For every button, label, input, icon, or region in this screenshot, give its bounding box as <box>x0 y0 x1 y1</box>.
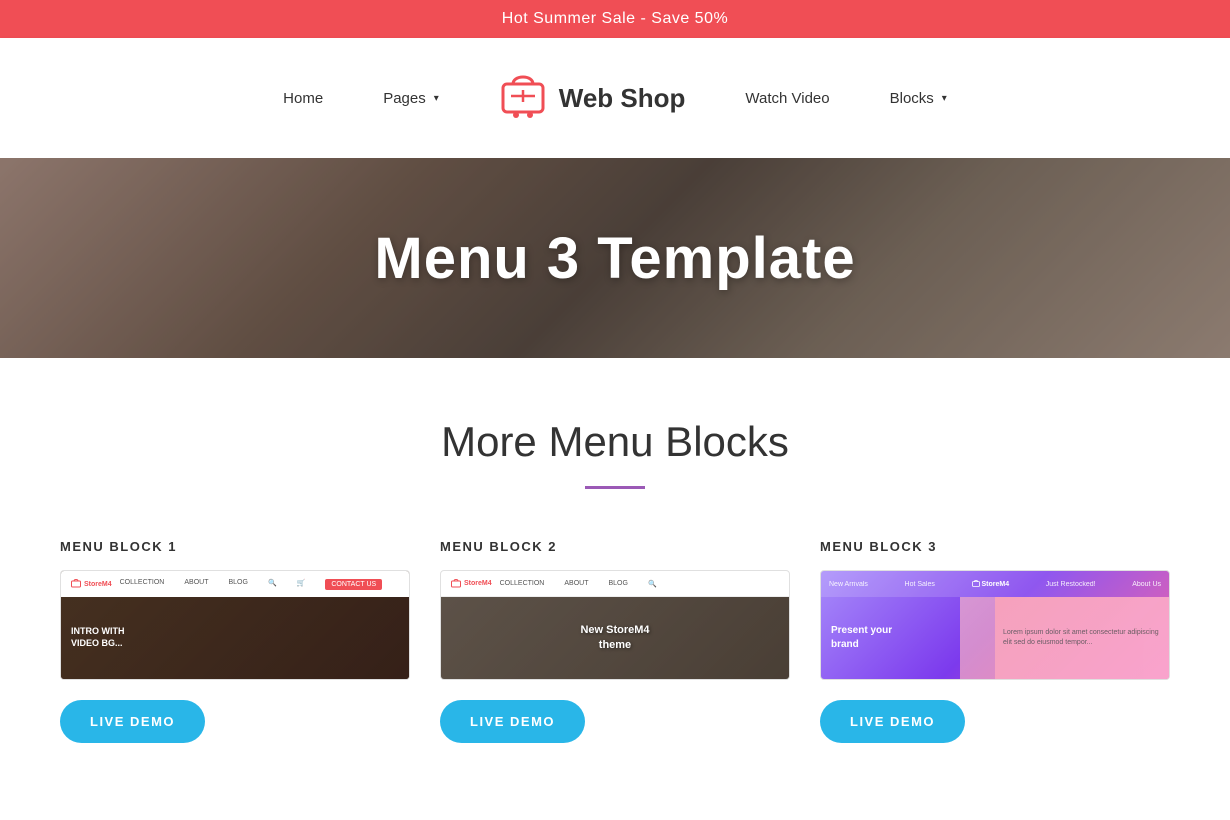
nav-home-label: Home <box>283 90 323 107</box>
pages-chevron-icon: ▾ <box>434 93 439 104</box>
card-3-tab-just-restocked: Just Restocked! <box>1046 581 1096 588</box>
cards-grid: MENU BLOCK 1 StoreM4 COLLECTION ABOUT BL… <box>40 539 1190 743</box>
card-2-nav-items: COLLECTION ABOUT BLOG 🔍 <box>500 580 657 588</box>
banner-text: Hot Summer Sale - Save 50% <box>502 10 728 27</box>
card-1-nav-items: COLLECTION ABOUT BLOG 🔍 🛒 CONTACT US <box>120 579 383 590</box>
cart-icon <box>499 74 547 122</box>
nav-logo[interactable]: Web Shop <box>469 74 716 122</box>
card-1-logo: StoreM4 <box>71 579 112 589</box>
nav-pages-label: Pages <box>383 90 426 107</box>
card-2-live-demo-button[interactable]: LIVE DEMO <box>440 700 585 743</box>
card-1-contact-btn: CONTACT US <box>325 579 382 590</box>
card-3-live-demo-button[interactable]: LIVE DEMO <box>820 700 965 743</box>
card-1-live-demo-button[interactable]: LIVE DEMO <box>60 700 205 743</box>
hero-section: Menu 3 Template <box>0 158 1230 358</box>
navbar: Home Pages ▾ Web Shop Watch Video Blocks… <box>0 38 1230 158</box>
card-3-body: Present yourbrand Lorem ipsum dolor sit … <box>821 597 1169 679</box>
section-divider <box>585 486 645 489</box>
card-1-preview: StoreM4 COLLECTION ABOUT BLOG 🔍 🛒 CONTAC… <box>60 570 410 680</box>
card-3-preview: New Arrivals Hot Sales StoreM4 Just Rest… <box>820 570 1170 680</box>
nav-watch-video-label: Watch Video <box>745 90 829 107</box>
card-menu-block-3: MENU BLOCK 3 New Arrivals Hot Sales Stor… <box>820 539 1170 743</box>
blocks-chevron-icon: ▾ <box>942 93 947 104</box>
card-menu-block-2: MENU BLOCK 2 StoreM4 COLLECTION ABOUT BL… <box>440 539 790 743</box>
top-banner: Hot Summer Sale - Save 50% <box>0 0 1230 38</box>
card-menu-block-1: MENU BLOCK 1 StoreM4 COLLECTION ABOUT BL… <box>60 539 410 743</box>
card-2-label: MENU BLOCK 2 <box>440 539 790 554</box>
nav-blocks[interactable]: Blocks ▾ <box>860 90 977 107</box>
card-3-logo: StoreM4 <box>972 580 1010 588</box>
logo-text: Web Shop <box>559 83 686 114</box>
card-3-tab-hot-sales: Hot Sales <box>905 581 935 588</box>
nav-watch-video[interactable]: Watch Video <box>715 90 859 107</box>
card-1-preview-text: INTRO WITHVIDEO BG... <box>71 626 125 649</box>
nav-home[interactable]: Home <box>253 90 353 107</box>
hero-title: Menu 3 Template <box>374 225 855 292</box>
card-2-logo: StoreM4 <box>451 579 492 589</box>
card-2-navbar: StoreM4 COLLECTION ABOUT BLOG 🔍 <box>441 571 789 597</box>
card-3-preview-text: Present yourbrand <box>831 624 1159 652</box>
card-1-navbar: StoreM4 COLLECTION ABOUT BLOG 🔍 🛒 CONTAC… <box>61 571 409 597</box>
card-3-tab-new-arrivals: New Arrivals <box>829 581 868 588</box>
nav-pages[interactable]: Pages ▾ <box>353 90 469 107</box>
nav-blocks-label: Blocks <box>890 90 934 107</box>
card-2-preview: StoreM4 COLLECTION ABOUT BLOG 🔍 New Stor… <box>440 570 790 680</box>
more-menu-blocks-section: More Menu Blocks MENU BLOCK 1 StoreM4 CO… <box>0 358 1230 783</box>
card-3-navbar: New Arrivals Hot Sales StoreM4 Just Rest… <box>821 571 1169 597</box>
nav-items: Home Pages ▾ Web Shop Watch Video Blocks… <box>253 74 977 122</box>
section-title: More Menu Blocks <box>40 418 1190 466</box>
card-2-body: New StoreM4theme <box>441 597 789 679</box>
card-2-preview-text: New StoreM4theme <box>580 623 649 654</box>
card-1-label: MENU BLOCK 1 <box>60 539 410 554</box>
card-1-body: INTRO WITHVIDEO BG... <box>61 597 409 679</box>
card-3-tab-about-us: About Us <box>1132 581 1161 588</box>
card-3-label: MENU BLOCK 3 <box>820 539 1170 554</box>
